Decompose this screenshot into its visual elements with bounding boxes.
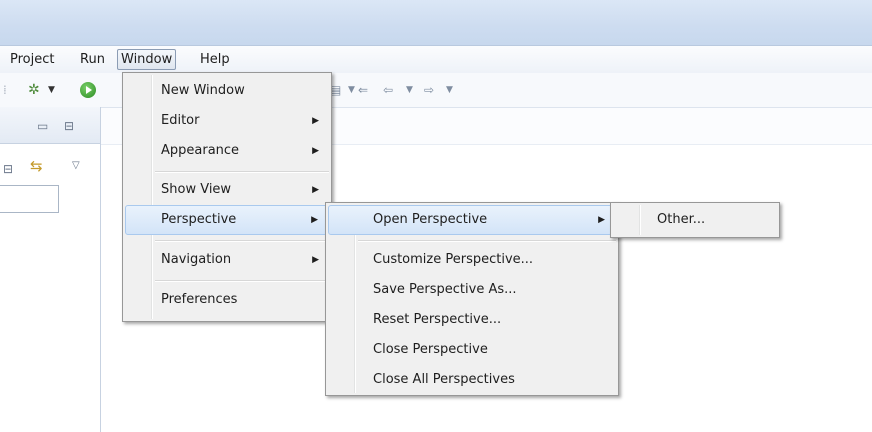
submenu-arrow-icon: ▶ — [312, 146, 319, 156]
menu-item-label: New Window — [161, 83, 245, 98]
submenu-arrow-icon: ▶ — [312, 116, 319, 126]
menu-item-label: Open Perspective — [373, 212, 488, 227]
menu-item-label: Perspective — [161, 212, 237, 227]
menu-item-reset-perspective[interactable]: Reset Perspective... — [328, 305, 616, 335]
menu-item-label: Close Perspective — [373, 342, 488, 357]
menu-item-label: Show View — [161, 182, 232, 197]
menu-help[interactable]: Help — [200, 51, 230, 68]
menu-item-label: Customize Perspective... — [373, 252, 534, 267]
filter-input[interactable] — [0, 185, 59, 213]
toolbar-grip-icon: ⁞ — [3, 83, 7, 97]
menu-item-close-all-perspectives[interactable]: Close All Perspectives — [328, 365, 616, 395]
minimize-icon[interactable]: ▭ — [37, 119, 48, 133]
submenu-arrow-icon: ▶ — [311, 215, 318, 225]
menu-separator — [155, 240, 329, 242]
menu-item-open-perspective[interactable]: Open Perspective ▶ — [328, 205, 616, 235]
collapse-all-icon[interactable]: ⊟ — [3, 162, 13, 176]
run-icon[interactable] — [80, 82, 96, 98]
menu-item-label: Preferences — [161, 292, 238, 307]
menu-item-label: Editor — [161, 113, 200, 128]
previous-edit-icon[interactable]: ⇐ — [358, 81, 368, 99]
submenu-arrow-icon: ▶ — [312, 185, 319, 195]
menu-project[interactable]: Project — [10, 51, 54, 68]
menu-item-label: Save Perspective As... — [373, 282, 517, 297]
perspective-submenu: Open Perspective ▶ Customize Perspective.… — [325, 202, 619, 396]
link-with-editor-icon[interactable]: ⇆ — [30, 159, 43, 174]
menu-item-customize-perspective[interactable]: Customize Perspective... — [328, 245, 616, 275]
back-icon[interactable]: ⇦ — [383, 81, 393, 99]
debug-icon[interactable]: ✲ — [28, 81, 40, 99]
dropdown-arrow-icon[interactable]: ▼ — [48, 81, 55, 99]
open-perspective-submenu: Other... — [610, 202, 780, 238]
menu-item-label: Reset Perspective... — [373, 312, 502, 327]
forward-icon[interactable]: ⇨ — [424, 81, 434, 99]
view-tab-bar: ▭ ⊟ — [0, 107, 100, 144]
menu-separator — [358, 240, 616, 242]
window-menu: New Window Editor ▶ Appearance ▶ Show View… — [122, 72, 332, 322]
menu-item-new-window[interactable]: New Window — [125, 76, 329, 106]
dropdown-arrow-icon[interactable]: ▼ — [406, 81, 413, 99]
dropdown-arrow-icon[interactable]: ▼ — [348, 81, 355, 99]
menu-item-label: Appearance — [161, 143, 240, 158]
menu-item-other[interactable]: Other... — [613, 205, 777, 235]
menu-item-show-view[interactable]: Show View ▶ — [125, 175, 329, 205]
window-title-bar — [0, 0, 872, 45]
menu-item-preferences[interactable]: Preferences — [125, 285, 329, 315]
view-menu-icon[interactable]: ▽ — [72, 159, 80, 173]
menu-item-label: Close All Perspectives — [373, 372, 515, 387]
menu-item-navigation[interactable]: Navigation ▶ — [125, 245, 329, 275]
menu-separator — [155, 280, 329, 282]
menu-item-editor[interactable]: Editor ▶ — [125, 106, 329, 136]
menu-separator — [155, 171, 329, 173]
menu-item-appearance[interactable]: Appearance ▶ — [125, 136, 329, 166]
menu-item-label: Other... — [657, 212, 706, 227]
submenu-arrow-icon: ▶ — [598, 215, 605, 225]
menu-item-perspective[interactable]: Perspective ▶ — [125, 205, 329, 235]
menu-item-close-perspective[interactable]: Close Perspective — [328, 335, 616, 365]
menu-item-save-perspective-as[interactable]: Save Perspective As... — [328, 275, 616, 305]
menu-item-label: Navigation — [161, 252, 232, 267]
submenu-arrow-icon: ▶ — [312, 255, 319, 265]
left-view-panel: ▭ ⊟ ⊟ ⇆ ▽ — [0, 107, 101, 432]
menu-window[interactable]: Window — [117, 49, 177, 70]
menu-run[interactable]: Run — [80, 51, 105, 68]
menu-bar: Project Run Window Help — [0, 45, 872, 73]
maximize-icon[interactable]: ⊟ — [64, 119, 74, 133]
dropdown-arrow-icon[interactable]: ▼ — [446, 81, 453, 99]
